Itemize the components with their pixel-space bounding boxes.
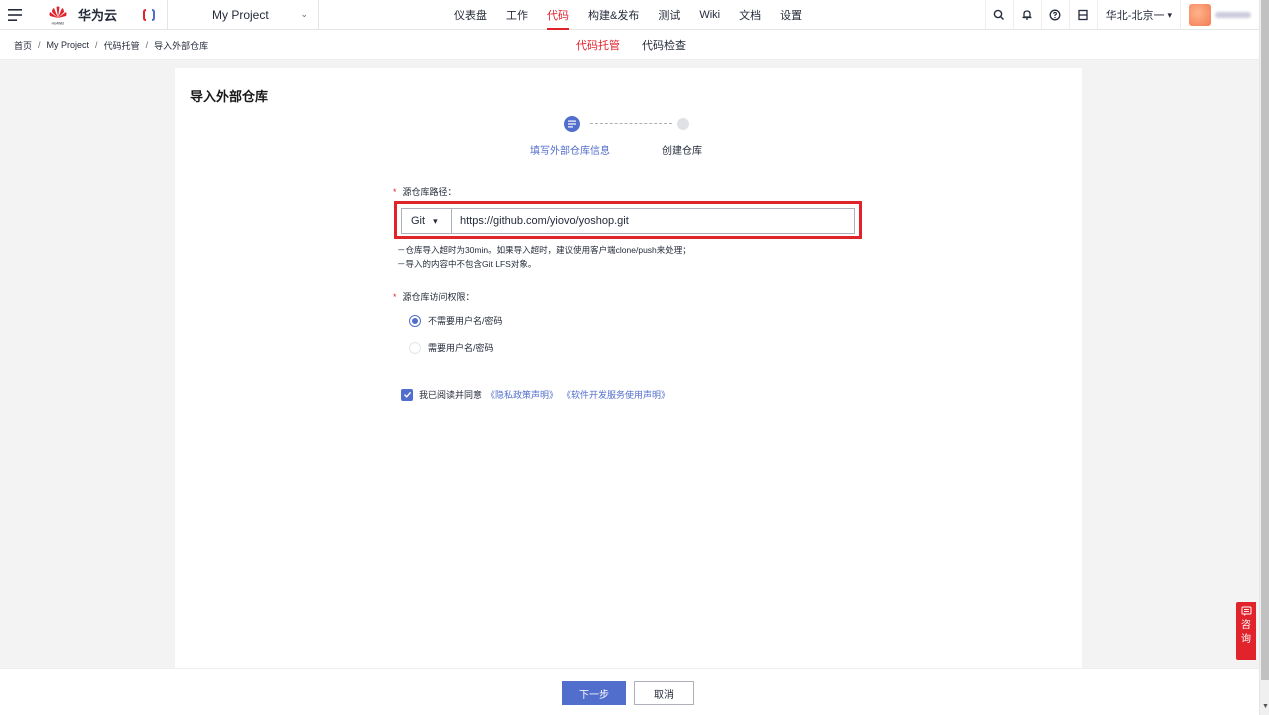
- breadcrumb-project[interactable]: My Project: [47, 40, 90, 50]
- hint-lfs: －导入的内容中不包含Git LFS对象。: [397, 259, 537, 269]
- scheme-select[interactable]: Git ▾: [401, 208, 451, 234]
- step-connector: [590, 123, 672, 124]
- radio-label: 需要用户名/密码: [428, 343, 494, 353]
- chat-icon: [1241, 606, 1251, 616]
- form-icon[interactable]: [1068, 0, 1097, 30]
- nav-build-release[interactable]: 构建&发布: [588, 0, 639, 30]
- cancel-button[interactable]: 取消: [634, 681, 694, 705]
- agree-text: 我已阅读并同意: [419, 390, 483, 400]
- project-icon[interactable]: [131, 0, 167, 30]
- consult-char: 咨: [1241, 620, 1251, 631]
- chevron-down-icon: ⌄: [300, 9, 309, 19]
- required-mark: *: [393, 291, 397, 302]
- region-label: 华北-北京一: [1105, 10, 1165, 22]
- access-label: * 源仓库访问权限：: [393, 290, 475, 303]
- breadcrumb-separator: /: [95, 40, 98, 50]
- footer-actions: 下一步 取消: [0, 668, 1259, 715]
- tab-code-hosting[interactable]: 代码托管: [576, 37, 620, 53]
- toolbar-right: 华北-北京一 ▾: [984, 0, 1259, 30]
- radio-need-credentials[interactable]: 需要用户名/密码: [409, 341, 494, 354]
- nav-dashboard[interactable]: 仪表盘: [454, 0, 487, 30]
- nav-test[interactable]: 测试: [658, 0, 680, 30]
- nav-wiki[interactable]: Wiki: [699, 0, 720, 30]
- username-redacted: [1215, 12, 1251, 18]
- chevron-down-icon: ▾: [433, 215, 438, 226]
- scheme-value: Git: [411, 215, 426, 227]
- user-menu[interactable]: [1181, 0, 1259, 30]
- source-url-group: Git ▾: [401, 208, 855, 234]
- nav-settings[interactable]: 设置: [780, 0, 802, 30]
- agree-checkbox[interactable]: [401, 388, 413, 401]
- sub-tabs: 代码托管 代码检查: [576, 30, 708, 60]
- step-1-indicator: [564, 116, 580, 132]
- step-2-label: 创建仓库: [662, 146, 702, 157]
- agreement-row: 我已阅读并同意 《隐私政策声明》 《软件开发服务使用声明》: [401, 388, 670, 401]
- nav-docs[interactable]: 文档: [739, 0, 761, 30]
- scrollbar[interactable]: ▼: [1259, 0, 1269, 715]
- consult-button[interactable]: 咨 询: [1236, 602, 1256, 660]
- breadcrumb-home[interactable]: 首页: [14, 39, 32, 52]
- list-icon: [568, 120, 576, 128]
- step-2-indicator: [677, 118, 689, 130]
- radio-button-checked[interactable]: [409, 314, 421, 327]
- scroll-down-arrow-icon[interactable]: ▼: [1262, 703, 1269, 710]
- breadcrumb: 首页 / My Project / 代码托管 / 导入外部仓库: [14, 30, 208, 60]
- breadcrumb-separator: /: [145, 40, 149, 50]
- source-url-input[interactable]: [451, 208, 855, 234]
- required-mark: *: [393, 186, 397, 197]
- divider: [318, 0, 320, 30]
- svg-text:HUAWEI: HUAWEI: [52, 21, 65, 25]
- consult-char: 询: [1241, 634, 1251, 645]
- top-nav-bar: HUAWEI 华为云 My Project ⌄ 仪表盘 工作 代码 构建&发布 …: [0, 0, 1259, 30]
- nav-work[interactable]: 工作: [506, 0, 528, 30]
- step-1-label: 填写外部仓库信息: [530, 146, 610, 157]
- radio-no-credentials[interactable]: 不需要用户名/密码: [409, 314, 503, 327]
- avatar: [1189, 4, 1211, 26]
- access-label-text: 源仓库访问权限：: [402, 292, 475, 302]
- hamburger-menu-icon[interactable]: [0, 0, 30, 30]
- brand-name: 华为云: [78, 8, 118, 23]
- project-selector[interactable]: My Project ⌄: [168, 0, 318, 30]
- breadcrumb-code-hosting[interactable]: 代码托管: [104, 39, 140, 52]
- breadcrumb-current: 导入外部仓库: [154, 40, 209, 51]
- help-icon[interactable]: [1040, 0, 1069, 30]
- region-selector[interactable]: 华北-北京一 ▾: [1096, 0, 1181, 30]
- sub-header: 首页 / My Project / 代码托管 / 导入外部仓库 代码托管 代码检…: [0, 30, 1259, 60]
- brand[interactable]: HUAWEI 华为云: [47, 0, 117, 30]
- project-name: My Project: [212, 7, 269, 22]
- hint-timeout: －仓库导入超时为30min。如果导入超时，建议使用客户端clone/push来处…: [397, 245, 691, 255]
- privacy-policy-link[interactable]: 《隐私政策声明》: [486, 388, 558, 401]
- tab-code-check[interactable]: 代码检查: [642, 37, 686, 53]
- bell-icon[interactable]: [1012, 0, 1041, 30]
- radio-label: 不需要用户名/密码: [428, 316, 503, 326]
- source-path-label-text: 源仓库路径：: [402, 187, 457, 197]
- breadcrumb-separator: /: [38, 40, 41, 50]
- nav-code[interactable]: 代码: [547, 0, 569, 30]
- source-path-label: * 源仓库路径：: [393, 185, 457, 198]
- radio-button[interactable]: [409, 341, 421, 354]
- scrollbar-thumb[interactable]: [1261, 0, 1269, 680]
- search-icon[interactable]: [984, 0, 1013, 30]
- huawei-logo-icon: HUAWEI: [49, 6, 67, 25]
- import-repo-card: 导入外部仓库 填写外部仓库信息 创建仓库 * 源仓库路径： Git ▾ －仓库导…: [175, 68, 1082, 668]
- main-nav: 仪表盘 工作 代码 构建&发布 测试 Wiki 文档 设置: [454, 0, 821, 30]
- page-title: 导入外部仓库: [190, 89, 269, 104]
- check-icon: [403, 391, 411, 398]
- chevron-down-icon: ▾: [1167, 9, 1172, 20]
- stepper: 填写外部仓库信息 创建仓库: [530, 114, 730, 157]
- service-statement-link[interactable]: 《软件开发服务使用声明》: [562, 388, 670, 401]
- next-button[interactable]: 下一步: [562, 681, 626, 705]
